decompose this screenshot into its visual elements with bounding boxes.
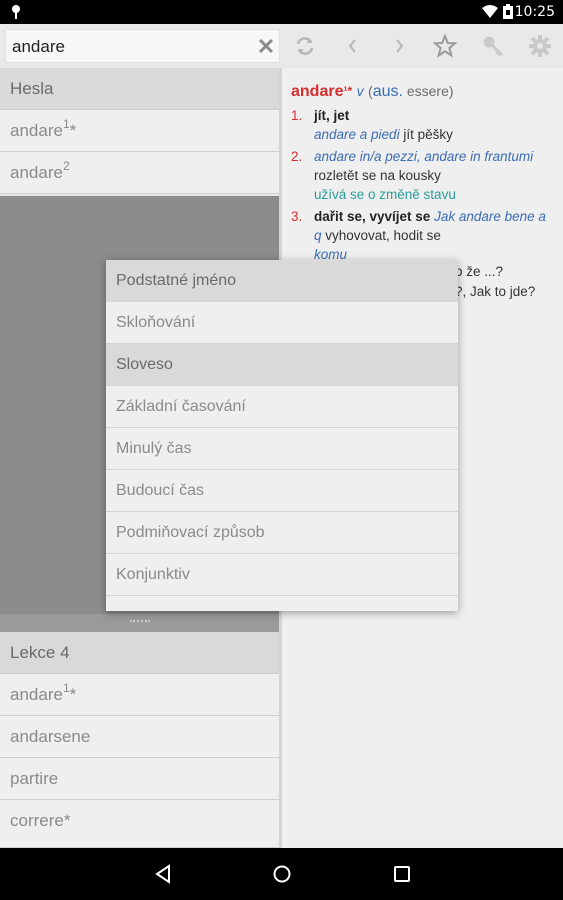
panel-resize-handle[interactable] bbox=[0, 614, 279, 632]
headword: andare bbox=[291, 83, 344, 100]
sense-translation: jít pěšky bbox=[399, 127, 453, 142]
sense-example[interactable]: andare in/a pezzi, andare in frantumi bbox=[314, 149, 533, 164]
sense-number: 3. bbox=[291, 209, 303, 224]
sense-example[interactable]: andare a piedi bbox=[314, 127, 400, 142]
result-item[interactable]: andare1* bbox=[0, 110, 279, 152]
menu-item-declension[interactable]: Skloňování bbox=[106, 302, 458, 344]
menu-item-noun[interactable]: Podstatné jméno bbox=[106, 260, 458, 302]
home-icon[interactable] bbox=[272, 864, 292, 884]
recents-icon[interactable] bbox=[392, 864, 412, 884]
lesson-header: Lekce 4 bbox=[0, 632, 279, 674]
clock: 10:25 bbox=[514, 4, 555, 20]
sense-1: 1. jít, jet andare a piedi jít pěšky bbox=[291, 106, 553, 144]
back-icon[interactable] bbox=[153, 864, 173, 884]
part-of-speech: v bbox=[356, 83, 364, 99]
lesson-word: andarsene bbox=[10, 727, 91, 746]
menu-item-verb[interactable]: Sloveso bbox=[106, 344, 458, 386]
result-word: andare bbox=[10, 121, 63, 140]
entry-headword-line: andare¹* v (aus. essere) bbox=[291, 82, 454, 101]
result-sup: 2 bbox=[62, 159, 70, 174]
menu-item-past-tense[interactable]: Minulý čas bbox=[106, 428, 458, 470]
grammar-menu: Podstatné jméno Skloňování Sloveso Zákla… bbox=[106, 260, 458, 611]
star-icon[interactable] bbox=[433, 34, 457, 58]
status-bar: 10:25 bbox=[0, 0, 563, 24]
wifi-icon bbox=[482, 5, 498, 18]
partial-line: o že ...? bbox=[455, 264, 504, 279]
lesson-word: correre* bbox=[10, 811, 71, 830]
sense-number: 2. bbox=[291, 149, 303, 164]
sense-note: užívá se o změně stavu bbox=[314, 187, 456, 202]
lesson-word: andare bbox=[10, 685, 63, 704]
close-icon[interactable] bbox=[257, 37, 275, 55]
aux-label: aus. bbox=[372, 83, 403, 100]
key-icon[interactable] bbox=[481, 34, 505, 58]
headword-mark: ¹* bbox=[343, 84, 353, 98]
chevron-right-icon[interactable] bbox=[387, 34, 411, 58]
result-word: andare bbox=[10, 163, 63, 182]
lesson-item[interactable]: correre* bbox=[0, 800, 279, 848]
toolbar bbox=[0, 24, 563, 68]
lesson-item[interactable]: andarsene bbox=[0, 716, 279, 758]
navigation-bar bbox=[0, 848, 563, 900]
result-sup: 1 bbox=[62, 117, 70, 132]
chevron-left-icon[interactable] bbox=[341, 34, 365, 58]
lesson-sup: 1 bbox=[62, 681, 70, 696]
search-input[interactable] bbox=[10, 30, 254, 64]
lesson-item[interactable]: andare1* bbox=[0, 674, 279, 716]
battery-icon bbox=[503, 4, 513, 19]
results-header: Hesla bbox=[0, 68, 279, 110]
sense-definition: jít, jet bbox=[314, 108, 350, 123]
result-mark: * bbox=[69, 121, 77, 140]
menu-item-basic-conjugation[interactable]: Základní časování bbox=[106, 386, 458, 428]
gear-icon[interactable] bbox=[528, 34, 552, 58]
menu-item-subjunctive[interactable]: Konjunktiv bbox=[106, 554, 458, 596]
result-item[interactable]: andare2 bbox=[0, 152, 279, 194]
sense-definition: dařit se, vyvíjet se bbox=[314, 209, 431, 224]
sense-3: 3. dařit se, vyvíjet se Jak andare bene … bbox=[291, 207, 553, 264]
lesson-mark: * bbox=[69, 685, 77, 704]
swap-icon[interactable] bbox=[293, 34, 317, 58]
lesson-item[interactable]: partire bbox=[0, 758, 279, 800]
menu-item-future-tense[interactable]: Budoucí čas bbox=[106, 470, 458, 512]
menu-item-conditional[interactable]: Podmiňovací způsob bbox=[106, 512, 458, 554]
lesson-word: partire bbox=[10, 769, 59, 788]
partial-line: ?, Jak to jde? bbox=[455, 284, 536, 299]
aux-value: essere) bbox=[402, 83, 454, 99]
sense-number: 1. bbox=[291, 108, 303, 123]
sense-translation: vyhovovat, hodit se bbox=[321, 228, 441, 243]
sense-2: 2. andare in/a pezzi, andare in frantumi… bbox=[291, 147, 553, 204]
search-box[interactable] bbox=[5, 29, 280, 64]
notification-pin-icon bbox=[12, 5, 20, 19]
sense-translation: rozletět se na kousky bbox=[314, 168, 441, 183]
